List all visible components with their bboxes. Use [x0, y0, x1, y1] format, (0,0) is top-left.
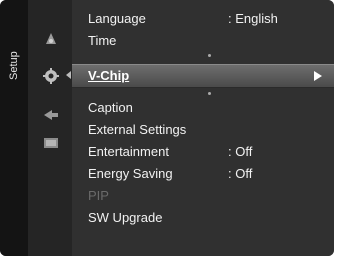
menu-item-value: : Off	[228, 166, 253, 181]
menu-item-label: Energy Saving	[88, 166, 173, 181]
menu-item-pip: PIP	[72, 185, 334, 207]
input-icon[interactable]	[42, 106, 60, 124]
menu-item-label: Time	[88, 33, 117, 48]
scroll-indicator-down	[208, 92, 211, 95]
menu-item-value: : Off	[228, 144, 253, 159]
setup-menu-panel: Language : English Time V-Chip Caption E…	[66, 0, 334, 256]
menu-item-value: : English	[228, 11, 278, 26]
menu-item-time[interactable]: Time	[72, 30, 334, 52]
menu-item-label: SW Upgrade	[88, 210, 163, 225]
picture-icon[interactable]	[42, 30, 60, 48]
menu-item-caption[interactable]: Caption	[72, 97, 334, 119]
menu-item-label: Entertainment	[88, 144, 169, 159]
menu-item-label: PIP	[88, 188, 109, 203]
menu-item-v-chip[interactable]: V-Chip	[66, 64, 334, 88]
menu-item-sw-upgrade[interactable]: SW Upgrade	[72, 207, 334, 229]
tv-screen: Setup Language : English Time V-Chip Cap…	[0, 0, 334, 256]
side-tab-strip: Setup	[0, 0, 28, 256]
scroll-indicator-up	[208, 54, 211, 57]
menu-item-label: Caption	[88, 100, 133, 115]
menu-item-entertainment[interactable]: Entertainment : Off	[72, 141, 334, 163]
side-tab-label: Setup	[8, 51, 20, 81]
application-icon[interactable]	[42, 134, 60, 152]
menu-icon-column	[28, 0, 72, 256]
selection-pointer-icon	[66, 71, 71, 79]
submenu-arrow-icon	[314, 71, 322, 81]
setup-gear-icon[interactable]	[42, 67, 60, 85]
menu-item-language[interactable]: Language : English	[72, 8, 334, 30]
menu-item-label: External Settings	[88, 122, 187, 137]
menu-item-label: V-Chip	[88, 68, 130, 83]
menu-item-external-settings[interactable]: External Settings	[72, 119, 334, 141]
menu-item-label: Language	[88, 11, 146, 26]
menu-item-energy-saving[interactable]: Energy Saving : Off	[72, 163, 334, 185]
